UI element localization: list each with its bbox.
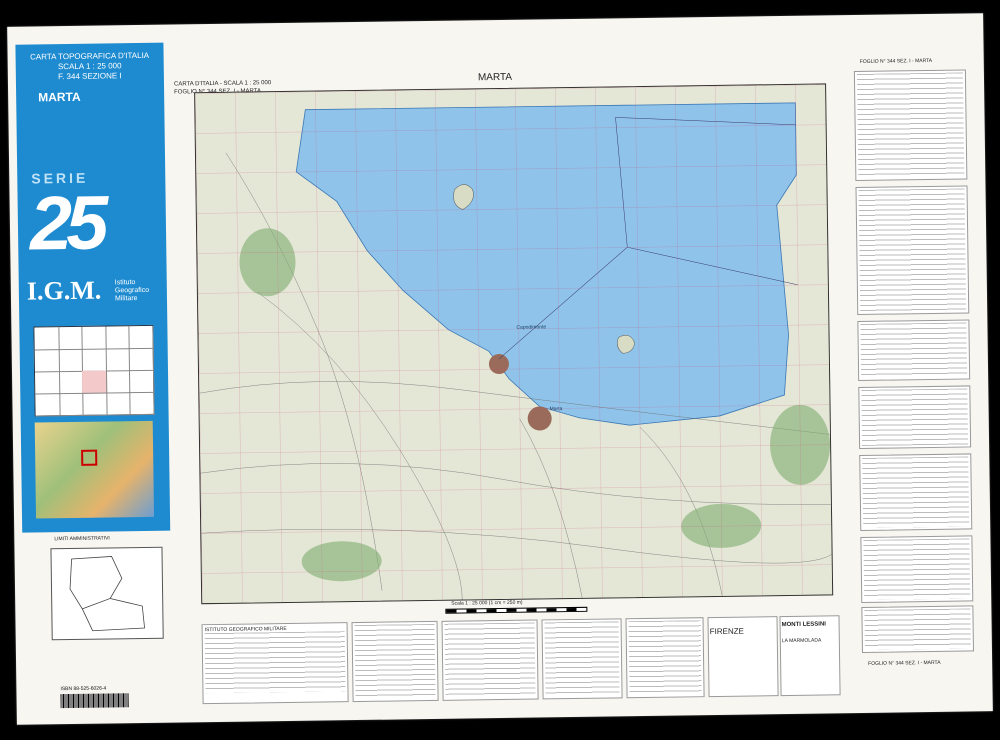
index-cell (105, 370, 131, 394)
firenze-label: FIRENZE (709, 626, 744, 637)
side-sheet-title-top: FOGLIO N° 344 SEZ. I - MARTA (859, 57, 933, 65)
index-cell (105, 326, 131, 350)
index-cell (34, 371, 60, 395)
scale-bar (445, 606, 588, 614)
igm-logo: I.G.M. (26, 275, 102, 306)
index-cell (82, 370, 108, 394)
side-lines (860, 322, 968, 378)
index-cell (105, 348, 131, 372)
side-panel-abbrev (860, 535, 974, 603)
index-cell (58, 392, 84, 417)
index-cell (129, 347, 154, 372)
legend-lines (444, 622, 536, 698)
side-lines (863, 538, 971, 600)
map-drawing (195, 84, 833, 604)
index-cell (58, 370, 84, 395)
legend-block-3 (441, 619, 539, 701)
index-cell (81, 326, 107, 350)
scale-text: Scala 1 : 25 000 (1 cm = 250 m) (451, 599, 523, 607)
legend-institute: ISTITUTO GEOGRAFICO MILITARE (201, 622, 349, 705)
legend-lines (628, 620, 702, 696)
side-panel-declination (858, 385, 972, 449)
sheet-index-grid (33, 324, 155, 417)
index-cell (57, 326, 83, 351)
barcode (60, 693, 129, 709)
admin-limits-title: LIMITI AMMINISTRATIVI (54, 535, 110, 543)
location-map (34, 420, 155, 519)
index-cell (35, 393, 61, 417)
side-lines (861, 388, 969, 446)
side-panel-notes (853, 69, 968, 182)
map-sheet: CARTA TOPOGRAFICA D'ITALIA SCALA 1 : 25 … (7, 13, 993, 725)
cover-sheet-number: F. 344 SEZIONE I (58, 71, 122, 82)
index-cell (129, 391, 155, 416)
index-cell (128, 325, 154, 350)
isbn-text: ISBN 88-525-6026-4 (60, 685, 107, 693)
side-panel-tables (855, 185, 970, 316)
admin-boundaries-diagram (69, 556, 146, 632)
side-lines (858, 188, 967, 312)
index-cell (129, 369, 155, 394)
cover-name: MARTA (38, 89, 81, 105)
index-cell (34, 327, 60, 351)
side-sheet-title-bottom: FOGLIO N° 344 SEZ. I - MARTA (868, 659, 941, 667)
cover-panel: CARTA TOPOGRAFICA D'ITALIA SCALA 1 : 25 … (15, 42, 171, 533)
side-lines (864, 608, 971, 650)
topographic-map[interactable]: Capodimonte Marta (194, 83, 834, 605)
index-cell (58, 348, 84, 373)
series-number: 25 (29, 180, 104, 267)
legend-block-2 (351, 620, 439, 703)
place-label-capodimonte: Capodimonte (516, 324, 547, 331)
admin-limits-map (50, 546, 164, 641)
legend-block-4 (541, 618, 623, 700)
side-panel-magnetic (859, 453, 973, 531)
side-lines (856, 72, 965, 178)
monti-lessini-label: MONTI LESSINI (781, 621, 826, 629)
side-panel-coordinates (857, 319, 971, 381)
index-cell (106, 392, 131, 416)
index-cell (81, 348, 107, 372)
legend-block-5 (625, 617, 705, 699)
igm-subtitle: Istituto Geografico Militare (114, 279, 150, 303)
side-panel-credits (861, 605, 974, 653)
index-cell (34, 349, 60, 373)
legend-lines (544, 621, 620, 697)
place-label-marta: Marta (549, 406, 563, 413)
map-title: MARTA (477, 71, 513, 84)
location-marker (81, 449, 98, 466)
index-cell (82, 392, 108, 416)
legend-lines (354, 623, 436, 700)
legend-lines (204, 631, 346, 694)
side-lines (862, 456, 970, 528)
marmolada-label: LA MARMOLADA (781, 637, 822, 645)
